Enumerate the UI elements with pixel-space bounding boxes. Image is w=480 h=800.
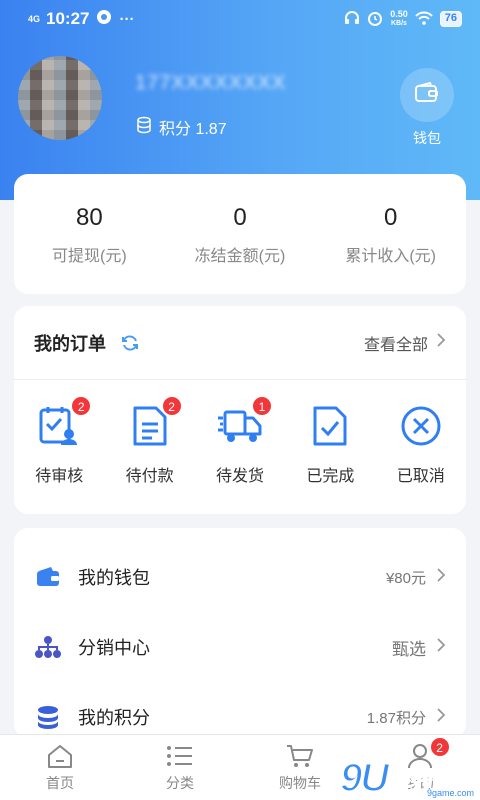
order-status-label: 待付款 xyxy=(125,468,174,485)
chevron-right-icon xyxy=(436,332,446,353)
home-icon xyxy=(46,741,74,771)
menu-item-value: ¥80元 xyxy=(386,567,446,588)
stat-value: 0 xyxy=(384,204,398,231)
chevron-right-icon xyxy=(436,567,446,587)
network-icon xyxy=(34,633,62,661)
menu-item-distribution-center[interactable]: 分销中心 甄选 xyxy=(14,612,466,682)
watermark-logo: 9U xyxy=(339,755,390,800)
tab-label: 首页 xyxy=(46,775,74,791)
user-phone: 177XXXXXXXX xyxy=(135,72,287,94)
order-status-label: 待审核 xyxy=(35,468,84,485)
order-status-label: 待发货 xyxy=(216,468,265,485)
menu-item-label: 分销中心 xyxy=(78,638,150,658)
stat-frozen[interactable]: 0 冻结金额(元) xyxy=(165,174,316,294)
wallet-label: 钱包 xyxy=(413,130,441,146)
stat-label: 冻结金额(元) xyxy=(194,248,286,265)
tab-label: 购物车 xyxy=(279,775,321,791)
stat-value: 0 xyxy=(233,204,247,231)
cart-icon xyxy=(286,741,314,771)
points-label: 积分 1.87 xyxy=(159,121,227,138)
notification-icon xyxy=(96,9,112,29)
wallet-icon xyxy=(414,81,440,109)
order-status-pending-payment[interactable]: 2 待付款 xyxy=(104,396,194,486)
order-status-cancelled[interactable]: 已取消 xyxy=(376,404,466,486)
watermark-url: 9game.com xyxy=(426,788,474,798)
chevron-right-icon xyxy=(436,707,446,727)
view-all-label: 查看全部 xyxy=(363,336,428,354)
tab-category[interactable]: 分类 xyxy=(120,735,240,800)
order-status-label: 已取消 xyxy=(396,468,445,485)
wallet-button[interactable] xyxy=(400,68,454,122)
stat-withdrawable[interactable]: 80 可提现(元) xyxy=(14,174,165,294)
coin-stack-icon xyxy=(135,116,153,139)
wallet-icon xyxy=(34,563,62,591)
menu-item-label: 我的钱包 xyxy=(78,568,150,588)
tab-home[interactable]: 首页 xyxy=(0,735,120,800)
network-indicator: 4G xyxy=(28,13,41,24)
headphone-icon xyxy=(344,10,360,29)
menu-item-my-points[interactable]: 我的积分 1.87积分 xyxy=(14,682,466,738)
menu-item-value: 甄选 xyxy=(392,635,446,660)
stat-value: 80 xyxy=(75,204,103,231)
avatar[interactable] xyxy=(18,56,102,140)
orders-title: 我的订单 xyxy=(34,333,106,354)
network-speed: 0.50 KB/s xyxy=(390,9,408,28)
orders-header: 我的订单 查看全部 xyxy=(14,306,466,380)
alarm-icon xyxy=(367,10,383,29)
menu-item-value: 1.87积分 xyxy=(367,707,446,728)
chevron-right-icon xyxy=(436,637,446,657)
battery-indicator: 76 xyxy=(439,11,462,27)
order-status-completed[interactable]: 已完成 xyxy=(285,404,375,486)
order-count-badge: 2 xyxy=(71,396,92,416)
coins-icon xyxy=(34,703,62,731)
order-status-label: 已完成 xyxy=(306,468,355,485)
view-all-orders-link[interactable]: 查看全部 xyxy=(364,331,446,355)
menu-card: 我的钱包 ¥80元 分销中心 甄选 我的积分 1.87积分 xyxy=(14,528,466,738)
tab-label: 分类 xyxy=(166,775,194,791)
status-bar: 4G 10:27 ··· 0.50 KB/s 76 xyxy=(0,0,480,38)
balance-stats-card: 80 可提现(元) 0 冻结金额(元) 0 累计收入(元) xyxy=(14,174,466,294)
user-points[interactable]: 积分 1.87 xyxy=(135,115,227,139)
refresh-icon[interactable] xyxy=(120,333,140,353)
stat-label: 累计收入(元) xyxy=(345,248,437,265)
my-orders-card: 我的订单 查看全部 2 待审核 2 待付款 1 待发货 已完成 已取消 xyxy=(14,306,466,514)
order-count-badge: 2 xyxy=(161,396,182,416)
order-status-pending-review[interactable]: 2 待审核 xyxy=(14,396,104,486)
watermark: 9U 游戏 9game.com xyxy=(339,738,480,800)
menu-item-label: 我的积分 xyxy=(78,708,150,728)
stat-label: 可提现(元) xyxy=(52,248,127,265)
stat-total-income[interactable]: 0 累计收入(元) xyxy=(315,174,466,294)
more-notifications-icon: ··· xyxy=(119,10,135,28)
list-icon xyxy=(166,741,194,771)
status-time: 10:27 xyxy=(46,9,90,28)
check-document-icon xyxy=(310,404,350,453)
order-count-badge: 1 xyxy=(252,396,273,416)
order-status-pending-shipment[interactable]: 1 待发货 xyxy=(195,396,285,486)
menu-item-my-wallet[interactable]: 我的钱包 ¥80元 xyxy=(14,542,466,612)
wifi-icon xyxy=(415,11,433,28)
cancel-circle-icon xyxy=(399,404,443,453)
